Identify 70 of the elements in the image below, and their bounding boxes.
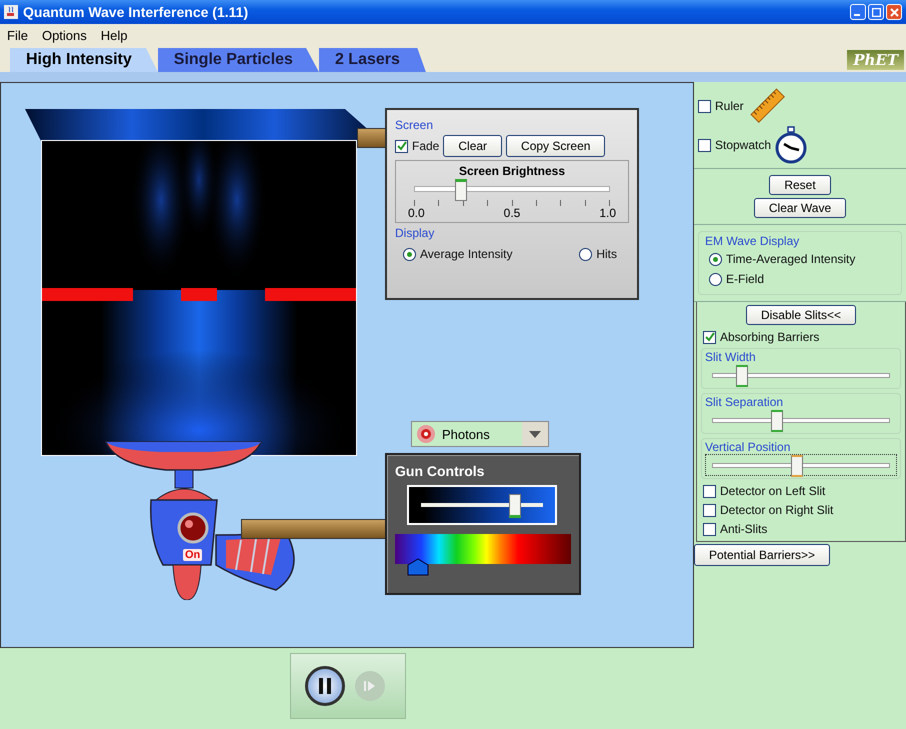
photon-icon	[416, 424, 436, 444]
radio-button[interactable]	[709, 272, 722, 286]
slider-thumb[interactable]	[508, 494, 521, 518]
maximize-icon	[872, 8, 880, 16]
slider-label: Slit Separation	[705, 395, 784, 409]
slider-thumb[interactable]	[454, 179, 467, 201]
checkbox[interactable]	[703, 522, 716, 536]
check-icon	[704, 332, 714, 342]
slider-thumb[interactable]	[736, 364, 748, 386]
group-title: Screen	[395, 118, 434, 132]
tab[interactable]: Single Particles	[158, 48, 319, 72]
button[interactable]: Clear	[443, 135, 502, 157]
radio-label: E-Field	[726, 272, 764, 286]
menu-item[interactable]: File	[7, 28, 28, 42]
button[interactable]: Reset	[769, 175, 831, 195]
checkbox[interactable]	[703, 484, 716, 498]
slider-thumb[interactable]	[771, 410, 784, 432]
window-title: Quantum Wave Interference (1.11)	[23, 4, 248, 20]
slider-label: Vertical Position	[705, 440, 790, 454]
checkbox-label: Anti-Slits	[720, 522, 768, 536]
close-button[interactable]	[886, 4, 902, 20]
radio-label: Hits	[596, 247, 617, 261]
power-label: On	[183, 549, 202, 561]
checkbox[interactable]	[703, 330, 716, 344]
step-icon	[364, 680, 376, 692]
close-icon	[890, 8, 898, 16]
coffee-cup-icon	[4, 5, 18, 19]
button[interactable]: Copy Screen	[506, 135, 606, 157]
tick-label: 1.0	[599, 206, 616, 220]
radio-button[interactable]	[403, 248, 416, 260]
checkbox[interactable]	[698, 100, 711, 112]
checkbox-label: Fade	[412, 139, 440, 153]
maximize-button[interactable]	[868, 4, 884, 20]
tab[interactable]: High Intensity	[10, 48, 158, 72]
slider-thumb[interactable]	[790, 454, 803, 476]
checkbox-label: Stopwatch	[715, 138, 772, 152]
particle-dropdown[interactable]: Photons	[411, 421, 549, 447]
menu-item[interactable]: Help	[100, 28, 128, 42]
slider-label: Slit Width	[705, 350, 756, 364]
minimize-button[interactable]	[850, 4, 866, 20]
button[interactable]: Disable Slits<<	[746, 305, 856, 325]
panel-title: Gun Controls	[395, 463, 486, 479]
dropdown-arrow-icon	[529, 430, 541, 438]
check-icon	[396, 141, 406, 151]
pause-icon	[318, 678, 332, 694]
logo: PhET	[847, 50, 904, 70]
wavelength-pointer[interactable]	[407, 558, 430, 576]
radio-label: Average Intensity	[420, 247, 513, 261]
tick-label: 0.0	[408, 206, 425, 220]
radio-button[interactable]	[579, 248, 592, 260]
stopwatch-icon	[775, 126, 808, 164]
checkbox[interactable]	[703, 504, 716, 516]
tab[interactable]: 2 Lasers	[318, 48, 426, 72]
radio-button[interactable]	[709, 252, 722, 266]
slider-label: Screen Brightness	[458, 164, 566, 178]
tick-label: 0.5	[504, 206, 520, 220]
pause-button[interactable]	[305, 666, 345, 706]
button[interactable]: Potential Barriers>>	[694, 544, 830, 566]
radio-label: Time-Averaged Intensity	[726, 252, 856, 266]
checkbox-label: Detector on Right Slit	[720, 503, 834, 517]
button[interactable]: Clear Wave	[754, 198, 846, 218]
slider[interactable]	[705, 454, 897, 476]
group-title: EM Wave Display	[705, 234, 800, 248]
group-title: Display	[395, 226, 436, 240]
checkbox[interactable]	[395, 140, 408, 152]
checkbox[interactable]	[698, 138, 711, 152]
checkbox-label: Absorbing Barriers	[720, 330, 820, 344]
menu-item[interactable]: Options	[42, 28, 87, 42]
checkbox-label: Ruler	[715, 99, 744, 113]
checkbox-label: Detector on Left Slit	[720, 484, 826, 498]
